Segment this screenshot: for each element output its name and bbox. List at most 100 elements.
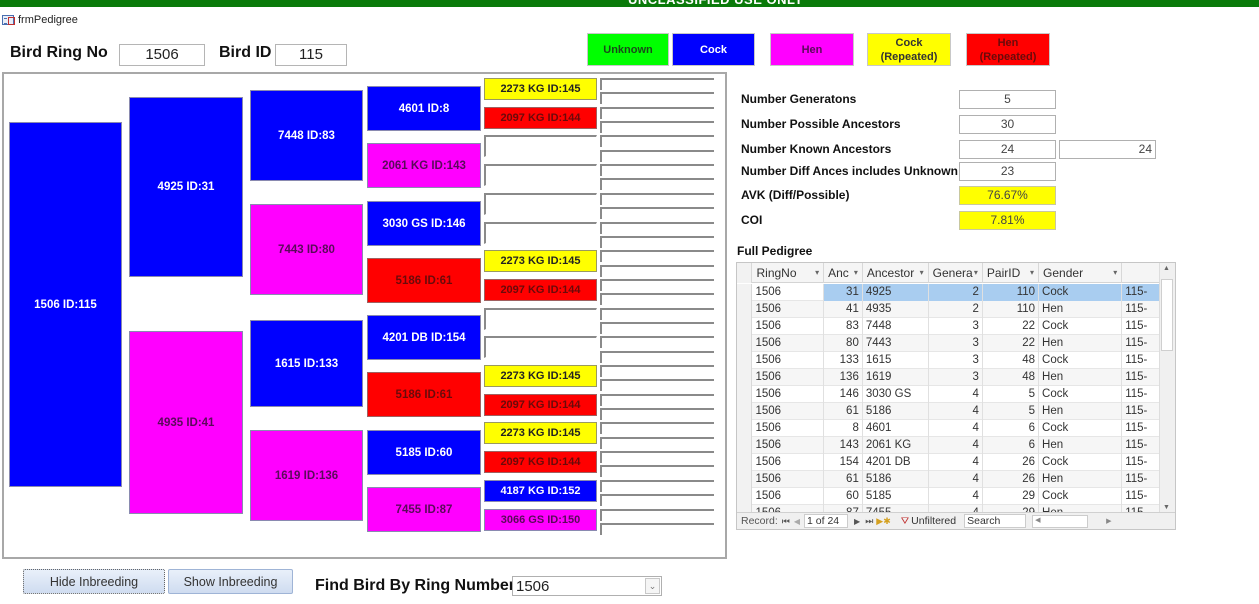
pedigree-node[interactable]: 5186 ID:61 xyxy=(367,258,481,303)
pedigree-slot-empty[interactable] xyxy=(600,236,714,248)
table-cell[interactable]: 5186 xyxy=(863,471,929,488)
row-selector[interactable] xyxy=(737,318,753,335)
table-cell[interactable]: 1506 xyxy=(752,386,825,403)
table-cell[interactable]: 3 xyxy=(929,335,983,352)
table-cell[interactable]: 2061 KG xyxy=(863,437,929,454)
table-cell[interactable]: 1506 xyxy=(752,488,825,505)
find-bird-combobox[interactable]: 1506 ⌄ xyxy=(512,576,662,596)
table-row[interactable]: 1506 61 5186 4 5 Hen 115- xyxy=(737,403,1161,420)
table-cell[interactable]: 115- xyxy=(1122,386,1161,403)
table-cell[interactable]: Hen xyxy=(1039,369,1123,386)
hide-inbreeding-button[interactable]: Hide Inbreeding xyxy=(23,569,165,594)
table-cell[interactable]: 7443 xyxy=(863,335,929,352)
table-cell[interactable]: 2 xyxy=(928,284,983,301)
table-cell[interactable]: 8 xyxy=(824,420,863,437)
pedigree-slot-empty[interactable] xyxy=(600,408,714,420)
pedigree-slot-empty[interactable] xyxy=(600,207,714,219)
table-cell[interactable]: 3 xyxy=(929,318,983,335)
pedigree-node[interactable]: 2097 KG ID:144 xyxy=(484,451,597,473)
full-pedigree-datasheet[interactable]: RingNo ▾ Anc ▾ Ancestor ▾ Genera ▾ PairID ▾ Gender… xyxy=(736,262,1176,530)
table-cell[interactable]: 115- xyxy=(1122,352,1161,369)
pedigree-node[interactable]: 5185 ID:60 xyxy=(367,430,481,475)
table-cell[interactable]: 1506 xyxy=(752,403,825,420)
column-header[interactable]: Genera ▾ xyxy=(929,263,983,283)
table-cell[interactable]: 6 xyxy=(983,420,1040,437)
table-row[interactable]: 1506 136 1619 3 48 Hen 115- xyxy=(737,369,1161,386)
table-cell[interactable]: 3030 GS xyxy=(863,386,929,403)
pedigree-slot-empty[interactable] xyxy=(600,265,714,277)
table-cell[interactable]: Cock xyxy=(1039,420,1123,437)
scroll-thumb[interactable] xyxy=(1161,279,1173,351)
row-selector[interactable] xyxy=(737,386,753,403)
pedigree-slot-empty[interactable] xyxy=(600,250,714,262)
table-cell[interactable]: 115- xyxy=(1122,454,1161,471)
table-cell[interactable]: 26 xyxy=(983,471,1040,488)
pedigree-slot-empty[interactable] xyxy=(600,465,714,477)
vertical-scrollbar[interactable]: ▲ ▼ xyxy=(1159,263,1175,513)
table-cell[interactable]: 110 xyxy=(983,301,1040,318)
first-record-icon[interactable]: ⏮ xyxy=(782,516,790,527)
table-row[interactable]: 1506 146 3030 GS 4 5 Cock 115- xyxy=(737,386,1161,403)
table-cell[interactable]: 22 xyxy=(983,335,1040,352)
table-cell[interactable]: 22 xyxy=(983,318,1040,335)
stat-value[interactable]: 23 xyxy=(959,162,1056,181)
table-cell[interactable]: 1506 xyxy=(752,301,825,318)
table-row[interactable]: 1506 83 7448 3 22 Cock 115- xyxy=(737,318,1161,335)
table-cell[interactable]: 4935 xyxy=(863,301,929,318)
pedigree-slot-empty[interactable] xyxy=(600,164,714,176)
row-selector-header[interactable] xyxy=(737,263,753,283)
table-cell[interactable]: Cock xyxy=(1039,352,1123,369)
pedigree-slot-empty[interactable] xyxy=(600,135,714,147)
table-cell[interactable]: 4 xyxy=(929,488,983,505)
pedigree-slot-empty[interactable] xyxy=(600,394,714,406)
sort-dropdown-icon[interactable]: ▾ xyxy=(815,263,819,283)
pedigree-slot-empty[interactable] xyxy=(600,78,714,90)
table-cell[interactable]: 2 xyxy=(929,301,983,318)
column-header[interactable]: Anc ▾ xyxy=(824,263,863,283)
table-cell[interactable]: 115- xyxy=(1122,403,1161,420)
search-input[interactable]: Search xyxy=(964,514,1027,528)
table-cell[interactable]: 4601 xyxy=(863,420,929,437)
table-cell[interactable]: 61 xyxy=(824,471,863,488)
pedigree-node[interactable]: 4187 KG ID:152 xyxy=(484,480,597,502)
pedigree-node[interactable]: 2273 KG ID:145 xyxy=(484,422,597,444)
pedigree-node[interactable]: 4925 ID:31 xyxy=(129,97,243,277)
pedigree-slot-empty[interactable] xyxy=(600,308,714,320)
table-cell[interactable]: 60 xyxy=(824,488,863,505)
row-selector[interactable] xyxy=(737,488,753,505)
pedigree-node[interactable]: 1506 ID:115 xyxy=(9,122,122,487)
pedigree-slot-empty[interactable] xyxy=(600,107,714,119)
current-record-field[interactable]: 1 of 24 xyxy=(804,514,849,528)
table-cell[interactable]: 4925 xyxy=(862,284,929,301)
sort-dropdown-icon[interactable]: ▾ xyxy=(1030,263,1034,283)
pedigree-slot-empty[interactable] xyxy=(600,422,714,434)
table-cell[interactable]: Cock xyxy=(1039,284,1123,301)
table-cell[interactable]: Cock xyxy=(1039,318,1123,335)
next-record-icon[interactable]: ▶ xyxy=(854,517,860,526)
table-cell[interactable]: 26 xyxy=(983,454,1040,471)
table-cell[interactable]: 5 xyxy=(983,403,1040,420)
table-cell[interactable]: 29 xyxy=(983,488,1040,505)
scroll-left-icon[interactable]: ◀ xyxy=(1035,516,1040,524)
table-cell[interactable]: 1615 xyxy=(863,352,929,369)
table-cell[interactable]: Cock xyxy=(1039,488,1123,505)
pedigree-slot-empty[interactable] xyxy=(600,494,714,506)
table-cell[interactable]: 133 xyxy=(824,352,863,369)
row-selector[interactable] xyxy=(737,369,753,386)
row-selector[interactable] xyxy=(737,284,753,301)
table-cell[interactable]: 115- xyxy=(1122,284,1161,301)
row-selector[interactable] xyxy=(737,437,753,454)
table-cell[interactable]: Hen xyxy=(1039,437,1123,454)
table-cell[interactable]: 4 xyxy=(929,437,983,454)
pedigree-slot-empty[interactable] xyxy=(600,336,714,348)
table-cell[interactable]: 110 xyxy=(982,284,1040,301)
table-cell[interactable]: 115- xyxy=(1122,420,1161,437)
table-cell[interactable]: 6 xyxy=(983,437,1040,454)
scroll-down-icon[interactable]: ▼ xyxy=(1163,504,1170,511)
column-header[interactable]: Ancestor ▾ xyxy=(863,263,929,283)
table-cell[interactable]: 31 xyxy=(824,284,863,301)
table-cell[interactable]: 41 xyxy=(824,301,863,318)
table-cell[interactable]: 4 xyxy=(929,386,983,403)
last-record-icon[interactable]: ⏭ xyxy=(865,516,873,527)
stat-value[interactable]: 7.81% xyxy=(959,211,1056,230)
